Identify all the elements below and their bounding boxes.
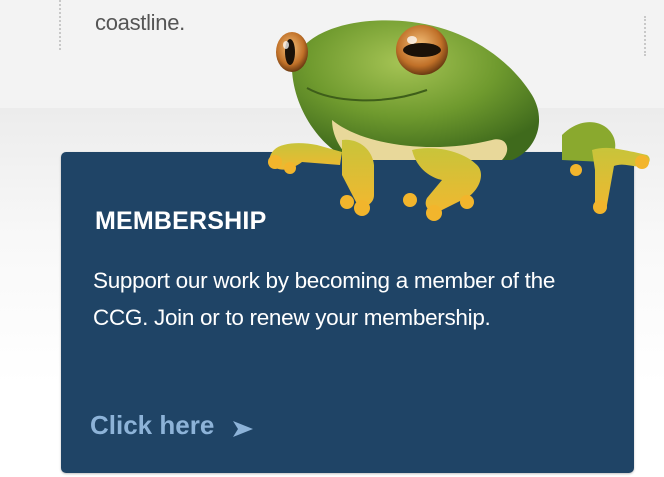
intro-text: coastline. <box>95 10 185 35</box>
dotted-divider-left <box>59 0 61 50</box>
arrow-right-icon <box>233 420 254 437</box>
frog-image <box>268 20 650 221</box>
click-here-link[interactable]: Click here <box>90 410 254 441</box>
membership-title: MEMBERSHIP <box>95 207 267 235</box>
click-here-label: Click here <box>90 410 215 440</box>
membership-description: Support our work by becoming a member of… <box>93 268 556 330</box>
